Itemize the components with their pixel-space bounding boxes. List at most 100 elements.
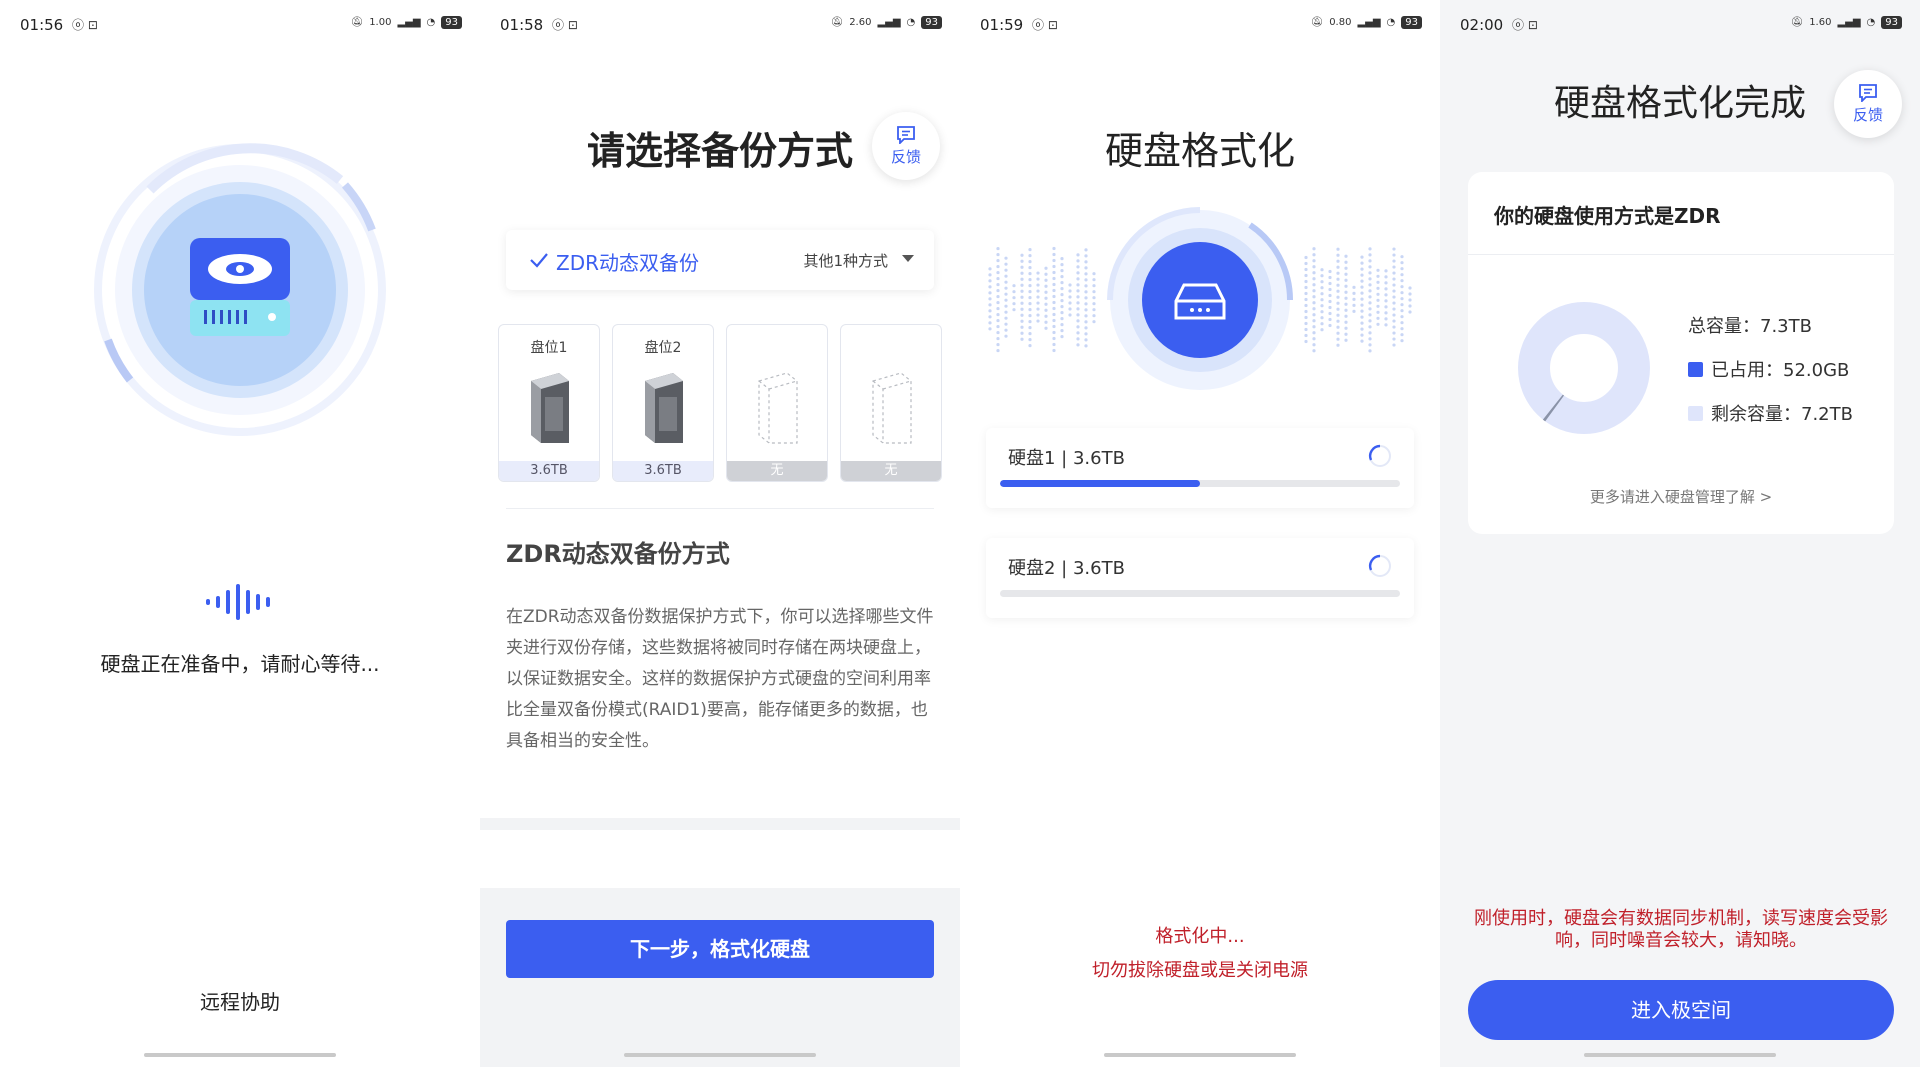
wave-dot xyxy=(1320,274,1324,278)
wave-dot xyxy=(1004,268,1008,272)
disk-1-progress: 硬盘1 | 3.6TB xyxy=(986,428,1414,508)
slot-label: 盘位2 xyxy=(644,340,682,356)
wave-dot xyxy=(1060,317,1064,321)
wave-dot xyxy=(1360,327,1364,331)
wave-dot xyxy=(1360,315,1364,319)
feedback-button[interactable]: 反馈 xyxy=(872,112,940,180)
wave-dot xyxy=(1344,302,1348,306)
next-format-button[interactable]: 下一步，格式化硬盘 xyxy=(506,920,934,978)
mute-icon: 🔕︎ xyxy=(1790,17,1804,28)
mute-icon: 🔕︎ xyxy=(1310,17,1324,28)
wave-dot xyxy=(1312,265,1316,269)
slot-capacity: 3.6TB xyxy=(499,461,599,481)
wave-dot xyxy=(1392,307,1396,311)
backup-mode-selector[interactable]: ZDR动态双备份 其他1种方式 xyxy=(506,230,934,290)
signal-icon: ▂▄▆ xyxy=(397,17,421,28)
mute-icon: 🔕︎ xyxy=(350,17,364,28)
wave-dot xyxy=(996,288,1000,293)
wave-dot xyxy=(1312,289,1316,293)
home-indicator[interactable] xyxy=(624,1053,816,1057)
wave-dot xyxy=(996,336,1000,341)
status-bar: 02:00 ⓞ ⊡ 🔕︎ 1.60 ▂▄▆ ◔ 93 xyxy=(1440,0,1920,50)
wave-dot xyxy=(1312,283,1316,287)
wave-dot xyxy=(1384,317,1388,321)
sound-wave-right xyxy=(1304,247,1412,353)
wave-dot xyxy=(1004,286,1008,290)
feedback-button[interactable]: 反馈 xyxy=(1834,70,1902,138)
selected-mode: ZDR动态双备份 xyxy=(556,251,699,275)
wave-dot xyxy=(1376,274,1380,278)
wave-dot xyxy=(1092,314,1096,318)
wave-dot xyxy=(988,309,992,313)
disk-slot-2: 盘位2 3.6TB xyxy=(612,324,714,482)
wave-dot xyxy=(1076,337,1080,341)
wave-dot xyxy=(1352,285,1356,289)
wave-dot xyxy=(1328,269,1332,274)
disk-management-link[interactable]: 更多请进入硬盘管理了解 > xyxy=(1468,486,1894,507)
wave-dot xyxy=(1328,323,1332,328)
wave-dot xyxy=(1376,316,1380,320)
enter-app-button[interactable]: 进入极空间 xyxy=(1468,980,1894,1040)
wave-dot xyxy=(1400,285,1404,289)
wave-dot xyxy=(1020,259,1024,263)
wave-dot xyxy=(1336,259,1340,263)
sound-wave-left xyxy=(988,246,1096,353)
wave-dot xyxy=(1312,295,1316,299)
wave-dot xyxy=(1084,254,1088,258)
wave-dot xyxy=(1084,284,1088,288)
wave-dot xyxy=(988,321,992,325)
wave-dot xyxy=(1028,314,1032,318)
wave-dot xyxy=(1400,315,1404,319)
wave-dot xyxy=(1392,253,1396,257)
wave-dot xyxy=(996,342,1000,347)
wave-dot xyxy=(1304,261,1308,266)
wave-dot xyxy=(1304,303,1308,308)
home-indicator[interactable] xyxy=(1104,1053,1296,1057)
free-swatch xyxy=(1688,405,1703,421)
wave-dot xyxy=(1004,256,1008,260)
wave-dot xyxy=(1392,301,1396,305)
preparing-message: 硬盘正在准备中，请耐心等待... xyxy=(100,652,380,676)
wave-dot xyxy=(1036,313,1040,317)
slot-capacity: 3.6TB xyxy=(613,461,713,481)
wave-dot xyxy=(1368,343,1372,347)
wave-dot xyxy=(1328,281,1332,286)
mute-icon: 🔕︎ xyxy=(830,17,844,28)
wave-dot xyxy=(1304,309,1308,314)
wave-dot xyxy=(1028,284,1032,288)
wave-dot xyxy=(1028,290,1032,294)
wave-dot xyxy=(1336,265,1340,269)
other-modes-dropdown[interactable]: 其他1种方式 xyxy=(803,250,888,271)
wave-dot xyxy=(1028,296,1032,300)
status-time: 01:58 xyxy=(500,16,544,34)
wave-dot xyxy=(1376,322,1380,326)
wave-dot xyxy=(1004,262,1008,266)
wave-dot xyxy=(1092,272,1096,276)
home-indicator[interactable] xyxy=(144,1053,336,1057)
wave-dot xyxy=(1384,275,1388,279)
wave-dot xyxy=(1060,281,1064,285)
wave-dot xyxy=(1084,296,1088,300)
wave-dot xyxy=(988,279,992,283)
wave-dot xyxy=(996,348,1000,353)
wave-dot xyxy=(1068,301,1072,305)
wave-dot xyxy=(1368,349,1372,353)
wave-dot xyxy=(1336,307,1340,311)
remote-assist-link[interactable]: 远程协助 xyxy=(0,986,480,1015)
wave-dot xyxy=(1320,298,1324,302)
wave-dot xyxy=(1020,289,1024,293)
home-indicator[interactable] xyxy=(1584,1053,1776,1057)
wave-dot xyxy=(1344,332,1348,336)
wave-dot xyxy=(1344,266,1348,270)
wave-dot xyxy=(1084,290,1088,294)
check-icon xyxy=(530,253,548,268)
wave-dot xyxy=(1076,343,1080,347)
wave-dot xyxy=(1084,326,1088,330)
wave-dot xyxy=(988,315,992,319)
wave-dot xyxy=(996,252,1000,257)
wave-dot xyxy=(1304,279,1308,284)
wave-dot xyxy=(1376,292,1380,296)
wave-dot xyxy=(1044,296,1048,300)
wave-dot xyxy=(1044,302,1048,306)
status-bar: 01:59 ⓞ ⊡ 🔕︎ 0.80 ▂▄▆ ◔ 93 xyxy=(960,0,1440,50)
